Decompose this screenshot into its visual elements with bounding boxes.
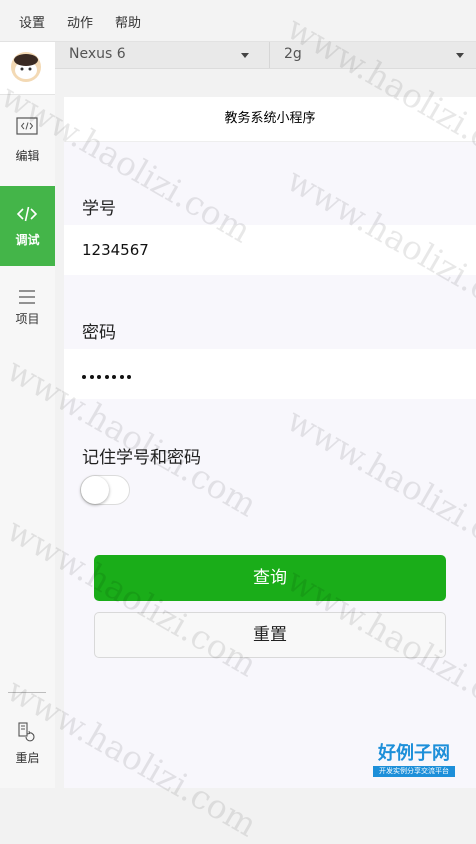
site-logo: 好例子网 开发实例分享交流平台 bbox=[373, 744, 455, 780]
sidebar-item-restart[interactable]: 重启 bbox=[0, 702, 55, 782]
device-select-value: Nexus 6 bbox=[69, 46, 126, 62]
chevron-down-icon bbox=[241, 53, 249, 58]
password-input[interactable] bbox=[64, 349, 476, 399]
page-title: 教务系统小程序 bbox=[64, 97, 476, 141]
switch-knob bbox=[81, 476, 109, 504]
sidebar-item-debug[interactable]: 调试 bbox=[0, 186, 55, 266]
sidebar: 编辑 调试 项目 重启 bbox=[0, 42, 55, 788]
sidebar-item-project[interactable]: 项目 bbox=[0, 268, 55, 348]
network-select-value: 2g bbox=[284, 46, 302, 62]
debug-code-icon bbox=[16, 205, 38, 223]
sidebar-divider bbox=[8, 692, 46, 693]
password-dot bbox=[112, 375, 116, 379]
sidebar-item-label: 项目 bbox=[0, 310, 55, 327]
sidebar-item-edit[interactable]: 编辑 bbox=[0, 100, 55, 180]
device-select[interactable]: Nexus 6 bbox=[55, 42, 269, 68]
code-editor-icon bbox=[16, 117, 38, 135]
student-id-input[interactable]: 1234567 bbox=[64, 225, 476, 275]
menu-actions[interactable]: 动作 bbox=[67, 12, 93, 31]
password-dot bbox=[120, 375, 124, 379]
sidebar-item-label: 调试 bbox=[0, 231, 55, 248]
menu-settings[interactable]: 设置 bbox=[19, 12, 45, 31]
password-dot bbox=[90, 375, 94, 379]
query-button[interactable]: 查询 bbox=[94, 555, 446, 601]
reset-button[interactable]: 重置 bbox=[94, 612, 446, 658]
avatar[interactable] bbox=[0, 42, 55, 95]
remember-switch[interactable] bbox=[80, 475, 130, 505]
nav-bar: 教务系统小程序 bbox=[64, 97, 476, 142]
network-select[interactable]: 2g bbox=[270, 42, 476, 68]
sidebar-item-label: 编辑 bbox=[0, 147, 55, 164]
password-dot bbox=[127, 375, 131, 379]
student-id-label: 学号 bbox=[82, 194, 116, 219]
logo-subtitle: 开发实例分享交流平台 bbox=[373, 766, 455, 777]
avatar-image bbox=[11, 52, 41, 82]
logo-title: 好例子网 bbox=[373, 744, 455, 764]
sidebar-item-label: 重启 bbox=[0, 749, 55, 766]
menu-help[interactable]: 帮助 bbox=[115, 12, 141, 31]
password-label: 密码 bbox=[82, 318, 116, 343]
menu-bar: 设置 动作 帮助 bbox=[0, 0, 476, 42]
chevron-down-icon bbox=[456, 53, 464, 58]
password-mask bbox=[82, 364, 135, 383]
simulator-toolbar: Nexus 6 2g bbox=[55, 42, 476, 69]
password-dot bbox=[97, 375, 101, 379]
remember-label: 记住学号和密码 bbox=[82, 443, 201, 468]
restart-icon bbox=[16, 722, 38, 740]
student-id-value: 1234567 bbox=[82, 241, 149, 259]
password-dot bbox=[105, 375, 109, 379]
password-dot bbox=[82, 375, 86, 379]
simulator-screen: 教务系统小程序 学号 1234567 密码 记住学号和密码 查询 重置 bbox=[64, 97, 476, 788]
menu-lines-icon bbox=[16, 288, 38, 306]
